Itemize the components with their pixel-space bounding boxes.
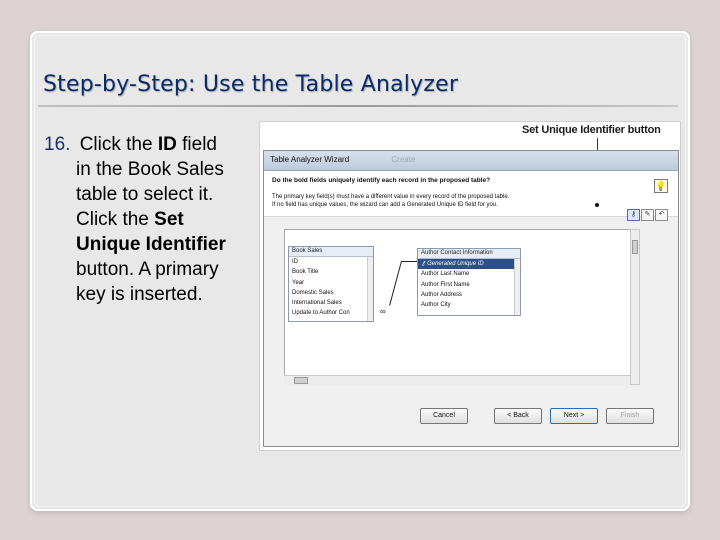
step-text-part: field [176,134,217,155]
table-field[interactable]: International Sales [289,298,373,308]
dialog-toolbar: ⚷ ✎ ↶ [627,209,668,221]
table-field[interactable]: Author First Name [418,280,520,290]
table-field-label: Generated Unique ID [427,261,484,267]
dialog-title: Table Analyzer Wizard [270,155,350,164]
step-instructions: 16. Click the ID field in the Book Sales… [44,132,274,307]
dialog-title-ghost: Create [391,155,416,164]
table-field[interactable]: Update to Author Con [289,308,373,318]
title-divider [38,105,678,107]
table-scrollbar[interactable] [367,257,373,321]
step-line: Unique Identifier [44,232,274,257]
callout-dot [595,203,599,207]
dialog-titlebar: Table Analyzer Wizard Create [264,151,678,171]
table-field[interactable]: Year [289,278,373,288]
table-field[interactable]: Author City [418,300,520,310]
step-line: in the Book Sales [76,159,224,180]
step-text-bold: Set [154,209,184,230]
lightbulb-icon[interactable]: 💡 [654,179,668,193]
slide-title: Step-by-Step: Use the Table Analyzer [43,72,459,97]
dialog-info-line: The primary key field(s) must have a dif… [272,194,510,200]
dialog-info-line: If no field has unique values, the wizar… [272,202,498,208]
table-field[interactable]: Author Address [418,290,520,300]
table-field[interactable]: Book Title [289,267,373,277]
scroll-thumb[interactable] [632,240,638,254]
step-number: 16. [44,134,71,155]
step-line: table to select it. [76,184,214,205]
book-sales-table[interactable]: Book Sales ID Book Title Year Domestic S… [288,246,374,322]
wizard-button-bar: Cancel < Back Next > Finish [420,408,654,424]
horizontal-scrollbar[interactable] [284,375,630,385]
back-button[interactable]: < Back [494,408,542,424]
table-title: Book Sales [289,247,373,257]
table-field[interactable]: Author Last Name [418,269,520,279]
dialog-info: The primary key field(s) must have a dif… [272,193,612,209]
table-analyzer-dialog: Table Analyzer Wizard Create Do the bold… [263,150,679,447]
table-field[interactable]: Domestic Sales [289,288,373,298]
table-scrollbar[interactable] [514,259,520,315]
dialog-header: Do the bold fields uniquely identify eac… [264,171,678,217]
table-title: Author Contact Information [418,249,520,259]
next-button[interactable]: Next > [550,408,598,424]
step-text-bold: Unique Identifier [76,234,226,255]
relationship-many-symbol: ∞ [380,307,386,316]
author-contact-table[interactable]: Author Contact Information ⚷ Generated U… [417,248,521,316]
step-line: Click the Set [44,207,274,232]
step-text-bold: ID [157,134,177,155]
cancel-button[interactable]: Cancel [420,408,468,424]
finish-button[interactable]: Finish [606,408,654,424]
step-line: button. A primary [76,259,219,280]
step-text-part: Click the [79,134,158,155]
table-field[interactable]: ID [289,257,373,267]
dialog-question: Do the bold fields uniquely identify eac… [272,177,491,184]
vertical-scrollbar[interactable] [630,229,640,385]
table-field[interactable]: ⚷ Generated Unique ID [418,259,520,270]
step-text-part: Click the [76,209,155,230]
relationship-line [401,261,417,262]
callout-label: Set Unique Identifier button [522,124,661,136]
undo-button[interactable]: ↶ [655,209,668,221]
set-unique-identifier-button[interactable]: ⚷ [627,209,640,221]
rename-table-button[interactable]: ✎ [641,209,654,221]
step-line: key is inserted. [76,284,203,305]
scroll-thumb[interactable] [294,377,308,384]
